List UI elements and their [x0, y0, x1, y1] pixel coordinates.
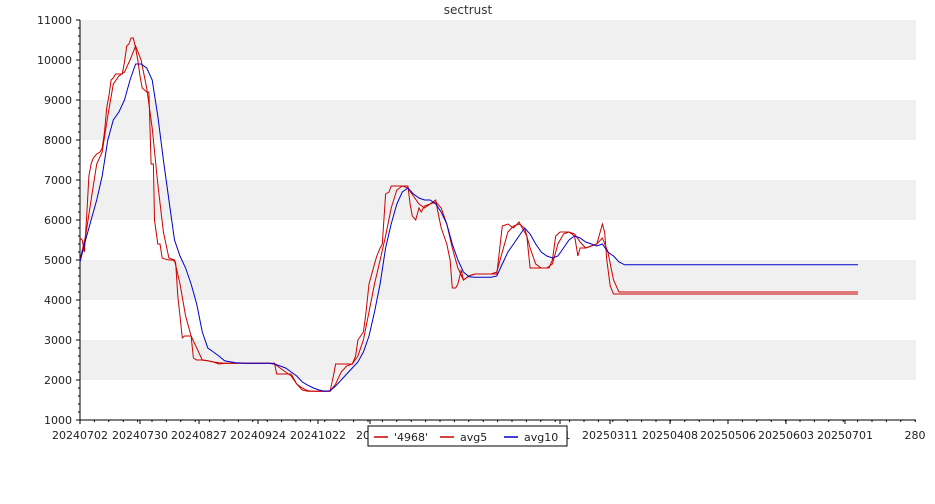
chart-title: sectrust: [444, 3, 493, 17]
x-tick-label: 20240730: [112, 429, 168, 442]
y-tick-label: 11000: [37, 14, 72, 27]
y-tick-label: 5000: [44, 254, 72, 267]
grid-band: [80, 20, 916, 60]
x-tick-label: 20250603: [758, 429, 814, 442]
legend-label-2: avg10: [524, 431, 558, 444]
y-tick-label: 7000: [44, 174, 72, 187]
legend-label-1: avg5: [460, 431, 487, 444]
x-tick-label: 20250408: [642, 429, 698, 442]
y-tick-label: 1000: [44, 414, 72, 427]
grid-band: [80, 100, 916, 140]
legend: '4968' avg5 avg10: [367, 425, 568, 447]
y-tick-label: 9000: [44, 94, 72, 107]
x-tick-label: 20250506: [700, 429, 756, 442]
y-tick-label: 6000: [44, 214, 72, 227]
x-tick-label: 20240702: [52, 429, 108, 442]
line-chart: 1000 2000 3000 4000 5000 6000 7000 8000 9000 1000…: [37, 3, 926, 447]
y-tick-label: 10000: [37, 54, 72, 67]
y-tick-label: 4000: [44, 294, 72, 307]
x-tick-label: 280: [905, 429, 926, 442]
y-tick-label: 8000: [44, 134, 72, 147]
x-tick-label: 20240827: [171, 429, 227, 442]
x-tick-label: 20250701: [817, 429, 873, 442]
x-tick-label: 20241022: [290, 429, 346, 442]
legend-label-0: '4968': [394, 431, 428, 444]
x-tick-label: 20250311: [582, 429, 638, 442]
y-tick-label: 2000: [44, 374, 72, 387]
y-tick-label: 3000: [44, 334, 72, 347]
x-tick-label: 20240924: [230, 429, 286, 442]
chart-root: 1000 2000 3000 4000 5000 6000 7000 8000 9000 1000…: [0, 0, 935, 500]
grid-band: [80, 180, 916, 220]
